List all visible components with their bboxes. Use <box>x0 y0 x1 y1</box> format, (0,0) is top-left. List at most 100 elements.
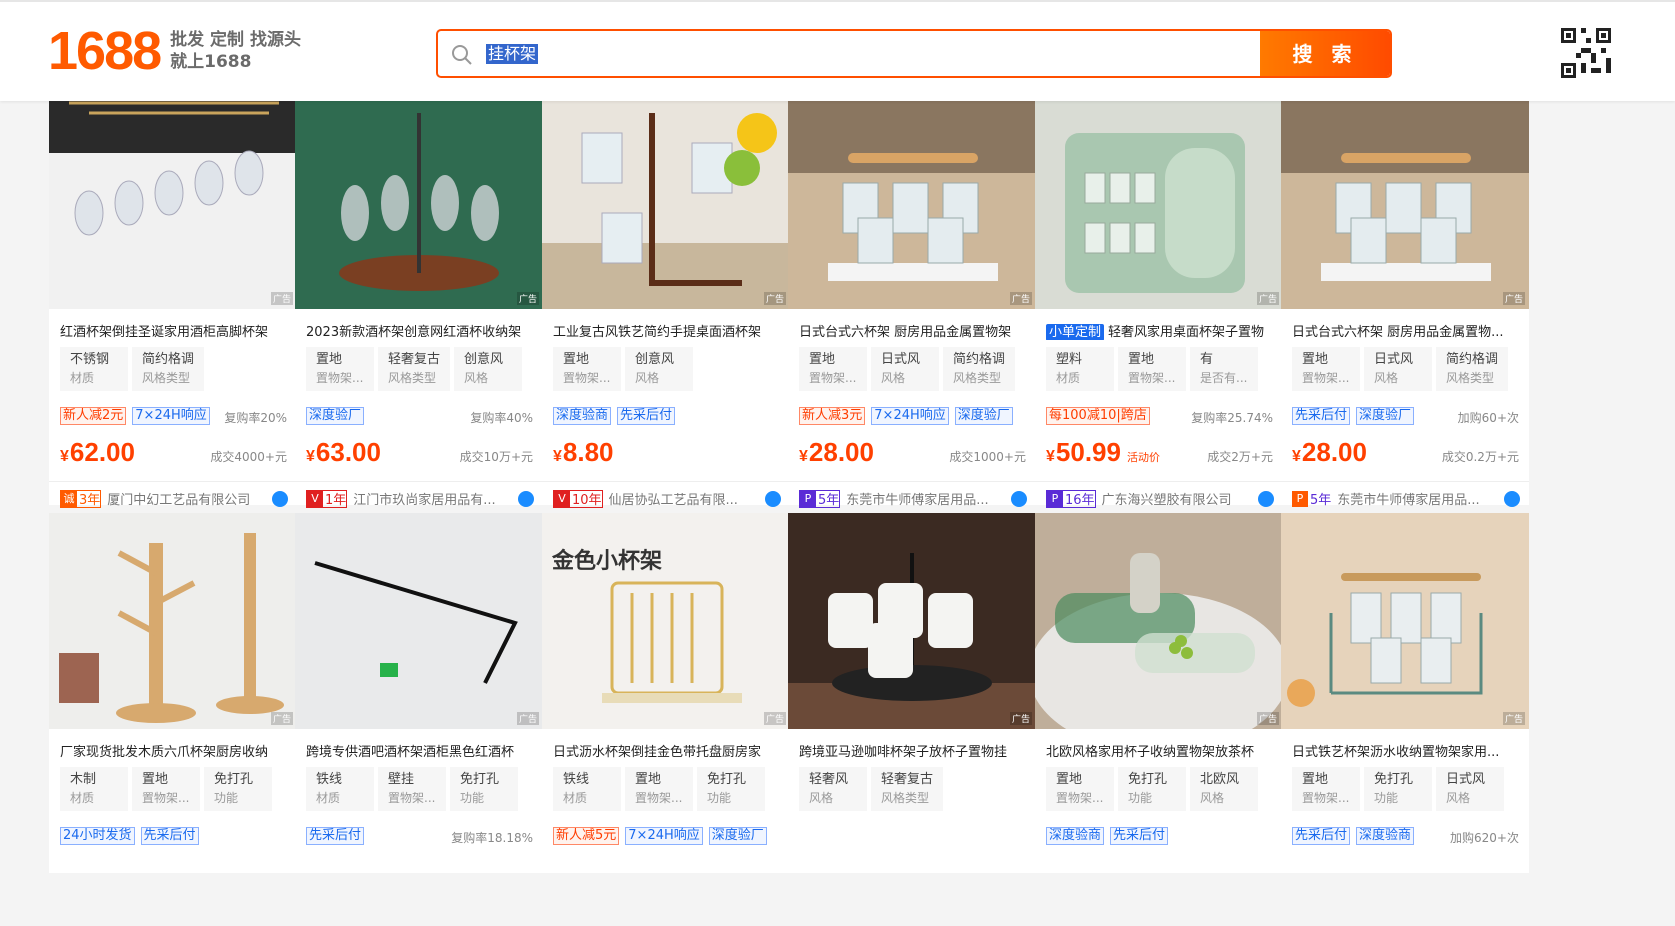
product-card[interactable]: 广告 跨境亚马逊咖啡杯架子放杯子置物挂 轻奢风 风格 轻奢复古 风格类型 <box>788 513 1036 873</box>
service-tag: 新人减2元 <box>60 407 127 425</box>
seller-years: 5年 <box>818 493 840 508</box>
attribute-value: 铁线 <box>316 772 343 787</box>
product-title[interactable]: 日式台式六杯架 厨房用品金属置物... <box>1292 321 1520 340</box>
product-attributes: 置地 置物架... 日式风 风格 简约格调 风格类型 <box>799 347 1016 391</box>
attribute-chip: 置地 置物架... <box>625 767 693 811</box>
product-title[interactable]: 北欧风格家用杯子收纳置物架放茶杯 <box>1046 741 1274 760</box>
product-price: ¥50.99 活动价 <box>1046 437 1160 467</box>
qr-code-icon[interactable] <box>1561 28 1611 78</box>
attribute-value: 置地 <box>1302 352 1329 367</box>
repurchase-rate: 加购60+次 <box>1457 411 1519 425</box>
attribute-chip: 不锈钢 材质 <box>60 347 128 391</box>
product-title[interactable]: 工业复古风铁艺简约手提桌面酒杯架 <box>553 321 781 340</box>
attribute-value: 置地 <box>1302 772 1329 787</box>
product-image[interactable]: 广告 <box>542 93 790 309</box>
attribute-value: 置地 <box>635 772 662 787</box>
membership-icon: P <box>1047 490 1063 507</box>
product-image[interactable]: 广告 <box>788 513 1036 729</box>
product-card[interactable]: 广告 跨境专供酒吧酒杯架酒柜黑色红酒杯 铁线 材质 壁挂 置物架... 免打孔 功能 先采后付复… <box>295 513 543 873</box>
attribute-chip: 简约格调 风格类型 <box>943 347 1016 391</box>
attribute-value: 轻奢风 <box>809 772 849 787</box>
product-title[interactable]: 2023新款酒杯架创意网红酒杯收纳架 <box>306 321 534 340</box>
seller-row[interactable]: P 5年 东莞市牛师傅家居用品... <box>1292 489 1520 508</box>
service-tag: 深度验厂 <box>1356 407 1415 425</box>
product-image[interactable]: 广告 <box>49 93 297 309</box>
attribute-key: 风格 <box>635 371 660 385</box>
product-title[interactable]: 小单定制 轻奢风家用桌面杯架子置物 <box>1046 321 1274 340</box>
product-attributes: 不锈钢 材质 简约格调 风格类型 <box>60 347 205 391</box>
search-button[interactable]: 搜 索 <box>1260 31 1390 76</box>
product-card[interactable]: 广告 工业复古风铁艺简约手提桌面酒杯架 置地 置物架... 创意风 风格 深度验商 先采后付 ¥… <box>542 93 790 508</box>
chat-icon[interactable] <box>272 490 288 507</box>
search-input[interactable]: 挂杯架 <box>486 44 539 64</box>
product-title[interactable]: 红酒杯架倒挂圣诞家用酒柜高脚杯架 <box>60 321 288 340</box>
card-divider <box>542 481 790 482</box>
ad-label: 广告 <box>763 712 786 725</box>
product-title[interactable]: 厂家现货批发木质六爪杯架厨房收纳 <box>60 741 288 760</box>
product-card[interactable]: 广告 厂家现货批发木质六爪杯架厨房收纳 木制 材质 置地 置物架... 免打孔 功能 24小时发… <box>49 513 297 873</box>
seller-years: 3年 <box>79 493 101 508</box>
product-card[interactable]: 广告 小单定制 轻奢风家用桌面杯架子置物 塑料 材质 置地 置物架... 有是否有... 每10… <box>1035 93 1283 508</box>
chat-icon[interactable] <box>1504 490 1520 507</box>
attribute-value: 日式风 <box>881 352 921 367</box>
product-title[interactable]: 日式铁艺杯架沥水收纳置物架家用... <box>1292 741 1520 760</box>
seller-row[interactable]: P 16年 广东海兴塑胶有限公司 <box>1046 489 1274 508</box>
product-title[interactable]: 日式台式六杯架 厨房用品金属置物架 <box>799 321 1027 340</box>
product-title[interactable]: 跨境专供酒吧酒杯架酒柜黑色红酒杯 <box>306 741 534 760</box>
chat-icon[interactable] <box>518 490 534 507</box>
product-image[interactable]: 广告 <box>49 513 297 729</box>
service-tag: 7×24H响应 <box>871 407 949 425</box>
seller-name[interactable]: 江门市玖尚家居用品有... <box>353 489 512 508</box>
seller-row[interactable]: V 10年 仙居协弘工艺品有限... <box>553 489 781 508</box>
attribute-value: 日式风 <box>1446 772 1486 787</box>
product-attributes: 木制 材质 置地 置物架... 免打孔 功能 <box>60 767 272 811</box>
product-image[interactable]: 广告 <box>295 513 543 729</box>
product-title[interactable]: 跨境亚马逊咖啡杯架子放杯子置物挂 <box>799 741 1027 760</box>
product-image[interactable]: 广告 <box>1035 93 1283 309</box>
attribute-chip: 铁线 材质 <box>306 767 374 811</box>
attribute-value: 免打孔 <box>707 772 747 787</box>
seller-row[interactable]: V 1年 江门市玖尚家居用品有... <box>306 489 534 508</box>
chat-icon[interactable] <box>765 490 781 507</box>
attribute-key: 材质 <box>316 791 341 805</box>
card-divider <box>1281 481 1529 482</box>
ad-label: 广告 <box>1009 712 1032 725</box>
seller-name[interactable]: 广东海兴塑胶有限公司 <box>1102 489 1252 508</box>
product-image[interactable]: 广告 <box>1281 513 1529 729</box>
product-image[interactable]: 广告 <box>1281 93 1529 309</box>
attribute-key: 风格类型 <box>953 371 1002 385</box>
product-card[interactable]: 广告 2023新款酒杯架创意网红酒杯收纳架 置地 置物架... 轻奢复古 风格类型 创意风风… <box>295 93 543 508</box>
seller-name[interactable]: 仙居协弘工艺品有限... <box>609 489 759 508</box>
chat-icon[interactable] <box>1011 490 1027 507</box>
product-card[interactable]: 金色小杯架 广告 日式沥水杯架倒挂金色带托盘厨房家 铁线 材质 置地 置物架... 免打孔 功能… <box>542 513 790 873</box>
chat-icon[interactable] <box>1258 490 1274 507</box>
product-attributes: 铁线 材质 置地 置物架... 免打孔 功能 <box>553 767 765 811</box>
product-card[interactable]: 广告 日式铁艺杯架沥水收纳置物架家用... 置地 置物架... 免打孔 功能 日式风 风格 先采… <box>1281 513 1529 873</box>
seller-name[interactable]: 东莞市牛师傅家居用品... <box>846 489 1005 508</box>
attribute-chip: 免打孔 功能 <box>204 767 272 811</box>
attribute-key: 风格类型 <box>142 371 191 385</box>
seller-row[interactable]: P 5年 东莞市牛师傅家居用品... <box>799 489 1027 508</box>
attribute-value: 免打孔 <box>1374 772 1414 787</box>
attribute-value: 不锈钢 <box>70 352 110 367</box>
seller-name[interactable]: 厦门中幻工艺品有限公司 <box>107 489 266 508</box>
product-image[interactable]: 广告 <box>295 93 543 309</box>
service-tag: 先采后付 <box>1292 407 1351 425</box>
service-tags: 新人减2元 7×24H响应 <box>60 407 210 425</box>
attribute-key: 功能 <box>214 791 239 805</box>
product-image[interactable]: 广告 <box>1035 513 1283 729</box>
product-card[interactable]: 广告日式台式六杯架 厨房用品金属置物架置地 置物架... 日式风 风格 简约格调 风格类型… <box>788 93 1036 508</box>
product-title[interactable]: 日式沥水杯架倒挂金色带托盘厨房家 <box>553 741 781 760</box>
attribute-chip: 置地 置物架... <box>1292 347 1360 391</box>
seller-name[interactable]: 东莞市牛师傅家居用品... <box>1337 489 1498 508</box>
product-card[interactable]: 广告 日式台式六杯架 厨房用品金属置物... 置地 置物架... 日式风 风格 简约格调 风格… <box>1281 93 1529 508</box>
product-card[interactable]: 广告红酒杯架倒挂圣诞家用酒柜高脚杯架不锈钢 材质 简约格调 风格类型新人减2元 7×24… <box>49 93 297 508</box>
product-card[interactable]: 广告 北欧风格家用杯子收纳置物架放茶杯 置地 置物架... 免打孔 功能 北欧风 风格 深度验商… <box>1035 513 1283 873</box>
product-image[interactable]: 金色小杯架 广告 <box>542 513 790 729</box>
seller-row[interactable]: 诚 3年 厦门中幻工艺品有限公司 <box>60 489 288 508</box>
site-logo[interactable]: 1688 批发 定制 找源头 就上1688 <box>48 24 301 78</box>
seller-years-badge: 诚 3年 <box>60 489 102 508</box>
price-value: 50.99 <box>1055 437 1121 467</box>
service-tag: 深度验厂 <box>306 407 365 425</box>
product-image[interactable]: 广告 <box>788 93 1036 309</box>
